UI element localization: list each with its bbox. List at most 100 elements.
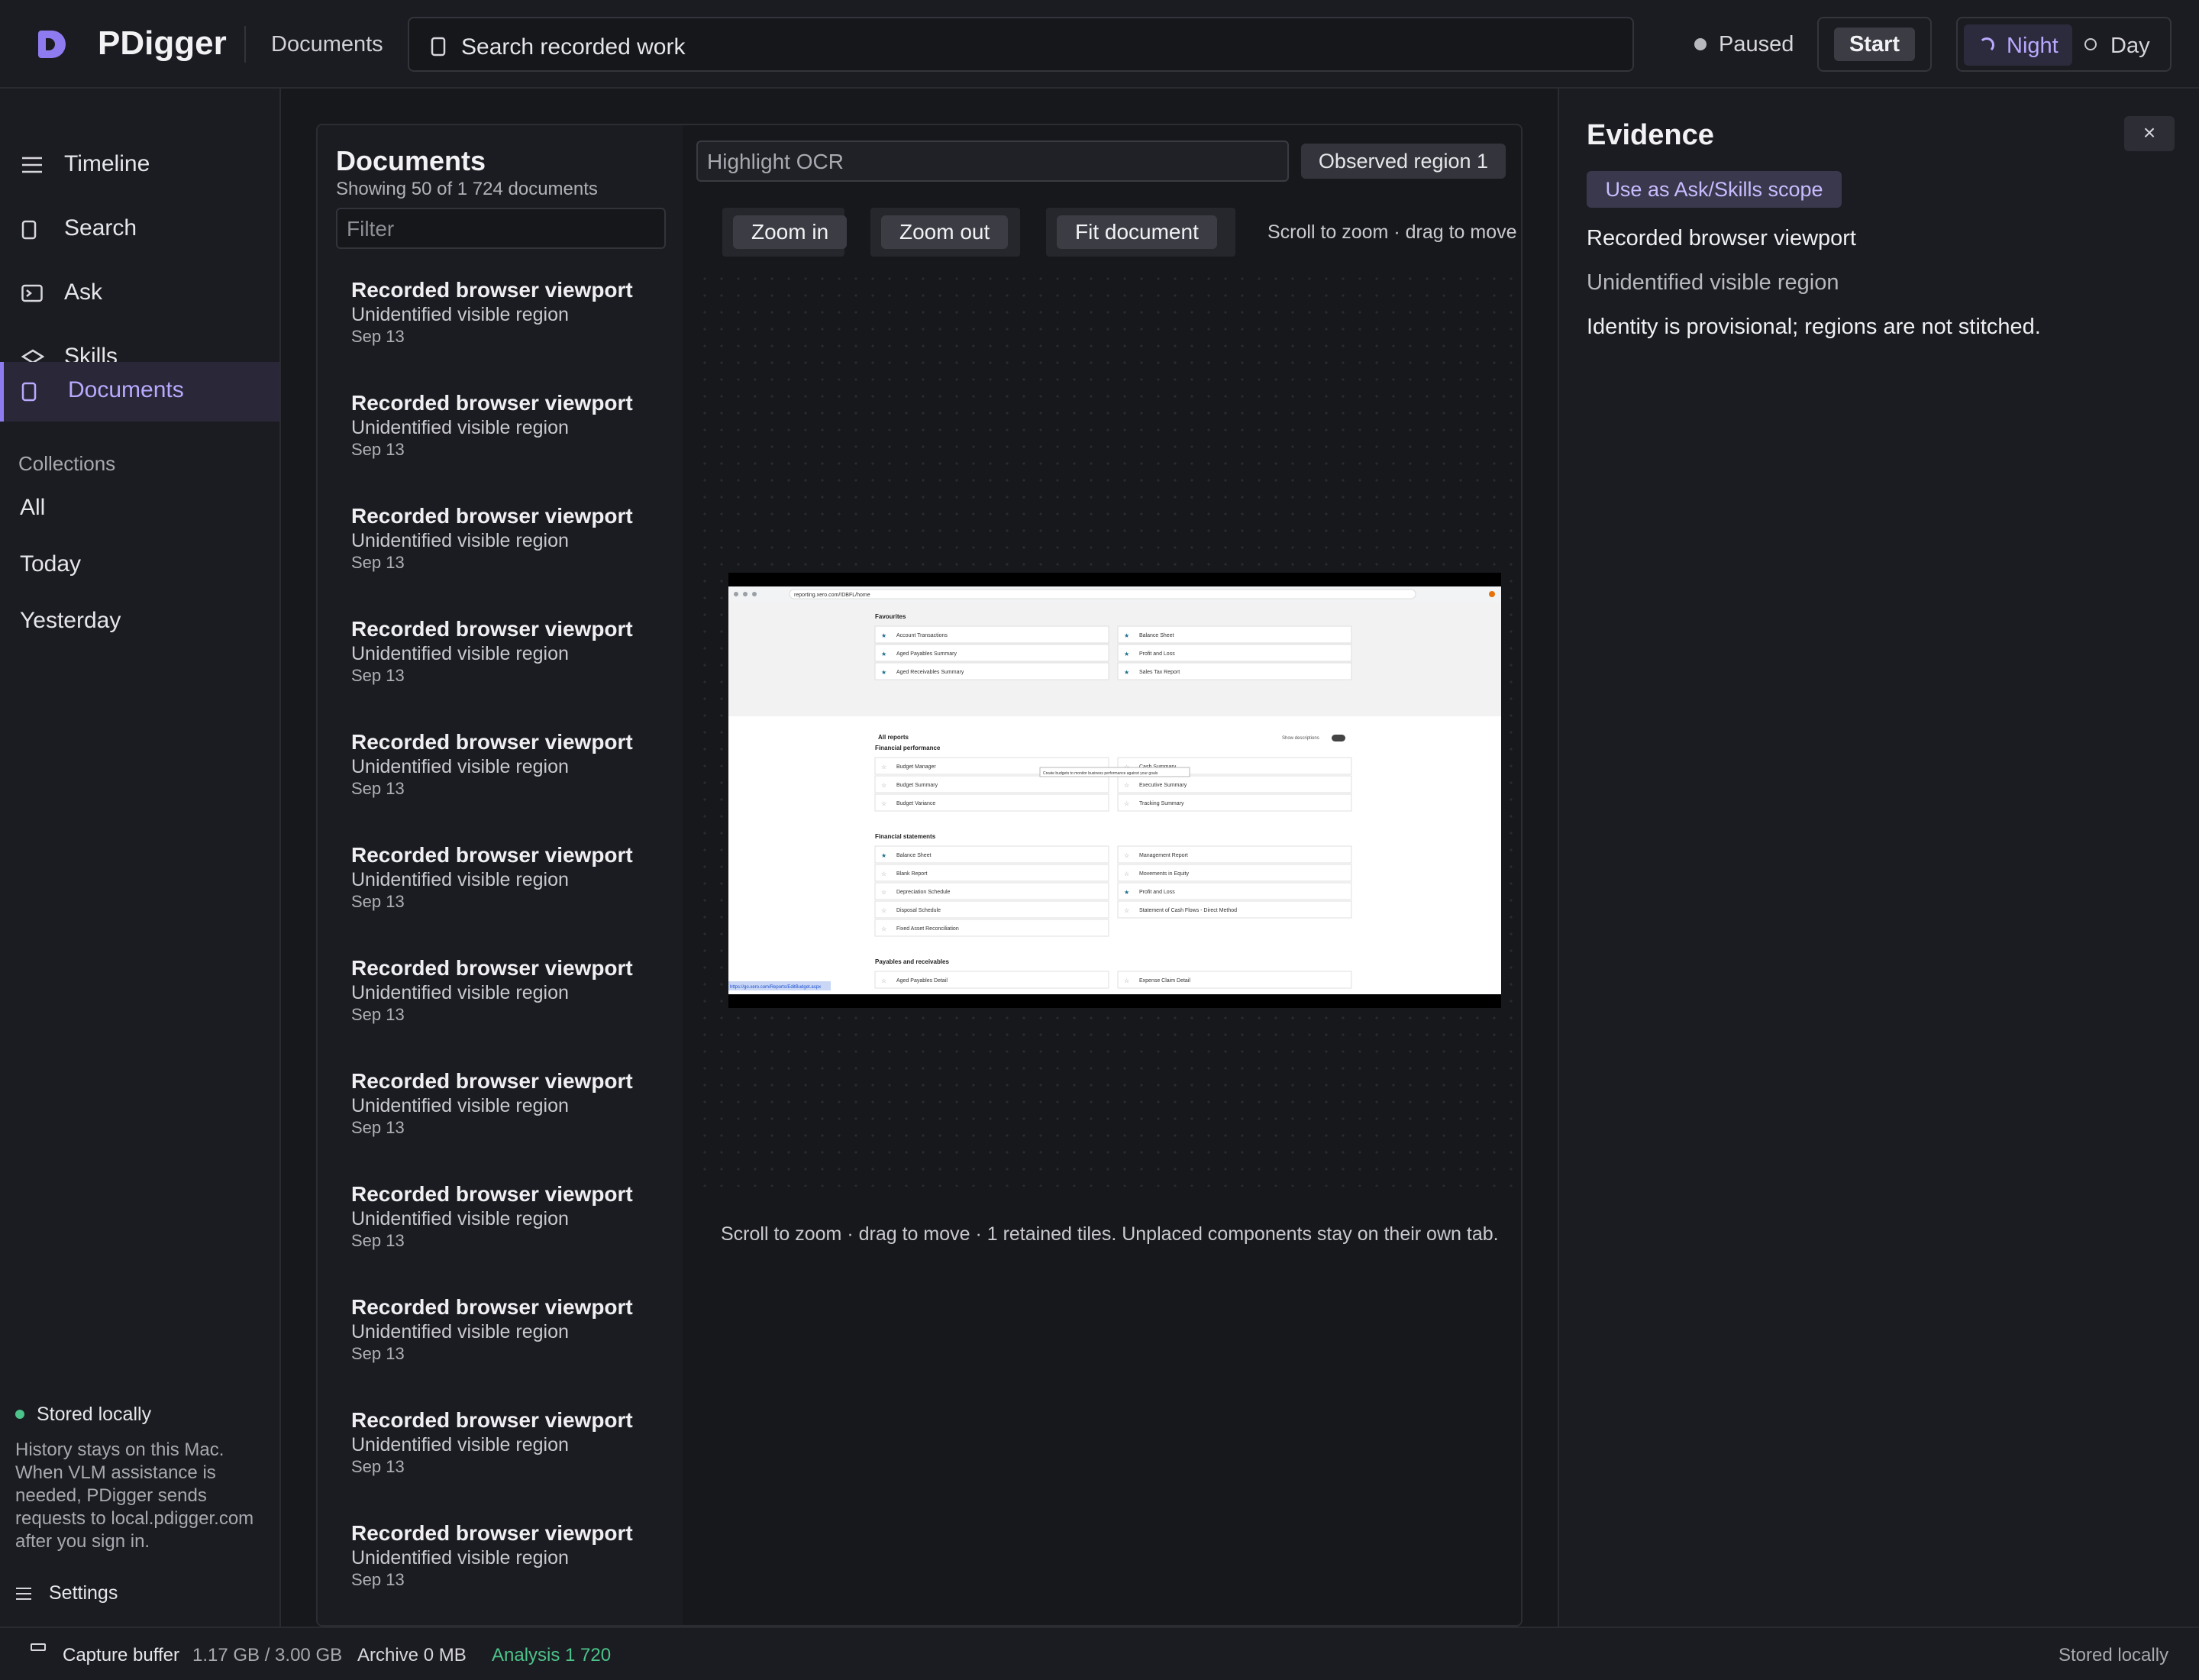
zoom-out-button[interactable]: Zoom out — [870, 208, 1020, 257]
top-bar: PDigger Documents Search recorded work P… — [0, 0, 2199, 89]
theme-day-button[interactable]: Day — [2084, 24, 2168, 66]
document-list-item[interactable]: Recorded browser viewport Unidentified vi… — [351, 1182, 672, 1295]
document-item-subtitle: Unidentified visible region — [351, 304, 569, 325]
document-item-title: Recorded browser viewport — [351, 956, 633, 980]
canvas-caption: Scroll to zoom · drag to move · 1 retain… — [721, 1223, 1499, 1245]
star-icon: ☆ — [1124, 871, 1129, 877]
document-list-item[interactable]: Recorded browser viewport Unidentified vi… — [351, 730, 672, 843]
document-list-item[interactable]: Recorded browser viewport Unidentified vi… — [351, 391, 672, 504]
tile-report-label: Profit and Loss — [1139, 651, 1175, 657]
document-list-item[interactable]: Recorded browser viewport Unidentified vi… — [351, 504, 672, 617]
tile-report-label: Statement of Cash Flows - Direct Method — [1139, 908, 1237, 913]
star-icon: ☆ — [881, 764, 886, 771]
document-item-title: Recorded browser viewport — [351, 1069, 633, 1093]
document-item-subtitle: Unidentified visible region — [351, 530, 569, 551]
analysis-count: Analysis 1 720 — [492, 1645, 612, 1665]
start-button[interactable]: Start — [1817, 17, 1932, 72]
evidence-panel: Evidence × Use as Ask/Skills scope Recor… — [1558, 89, 2199, 1627]
tile-report-label: Balance Sheet — [896, 853, 932, 858]
close-button[interactable]: × — [2124, 116, 2175, 151]
back-icon — [734, 592, 738, 596]
tile-status-url: https://go.xero.com/Reports/EditBudget.a… — [730, 985, 821, 990]
theme-night-button[interactable]: Night — [1964, 24, 2072, 66]
document-canvas[interactable]: reporting.xero.com/!DBFL/home Favourites… — [696, 270, 1521, 1245]
sidebar-item-label: Search — [64, 215, 137, 241]
tile-report-label: Balance Sheet — [1139, 633, 1174, 638]
document-item-date: Sep 13 — [351, 327, 405, 346]
zoom-in-button[interactable]: Zoom in — [722, 208, 848, 257]
fit-document-button[interactable]: Fit document — [1046, 208, 1235, 257]
document-item-title: Recorded browser viewport — [351, 1295, 633, 1319]
document-item-subtitle: Unidentified visible region — [351, 1434, 569, 1455]
star-icon: ☆ — [881, 871, 886, 877]
document-item-title: Recorded browser viewport — [351, 391, 633, 415]
document-list-item[interactable]: Recorded browser viewport Unidentified vi… — [351, 617, 672, 730]
document-list-item[interactable]: Recorded browser viewport Unidentified vi… — [351, 956, 672, 1069]
tile-screenshot: reporting.xero.com/!DBFL/home Favourites… — [728, 586, 1501, 994]
document-item-date: Sep 13 — [351, 1118, 405, 1137]
document-item-date: Sep 13 — [351, 779, 405, 798]
tile-report-label: Aged Payables Summary — [896, 651, 957, 657]
collection-item-all[interactable]: All — [20, 495, 45, 521]
star-icon: ☆ — [1124, 907, 1129, 914]
filter-placeholder: Filter — [347, 217, 395, 241]
document-item-date: Sep 13 — [351, 553, 405, 572]
document-item-title: Recorded browser viewport — [351, 730, 633, 754]
sidebar-item-documents[interactable]: Documents — [0, 362, 279, 422]
tile-section-title: Financial statements — [875, 833, 936, 840]
star-icon: ★ — [881, 632, 886, 639]
sidebar-item-search[interactable]: Search — [0, 200, 279, 260]
document-item-subtitle: Unidentified visible region — [351, 1321, 569, 1342]
document-item-subtitle: Unidentified visible region — [351, 756, 569, 777]
theme-day-label: Day — [2110, 34, 2150, 58]
star-icon: ☆ — [881, 889, 886, 896]
document-list-item[interactable]: Recorded browser viewport Unidentified vi… — [351, 1069, 672, 1182]
documents-title: Documents — [336, 145, 486, 176]
tile-section-title: Financial performance — [875, 745, 941, 751]
documents-count: Showing 50 of 1 724 documents — [336, 179, 598, 199]
collection-item-yesterday[interactable]: Yesterday — [20, 608, 121, 634]
star-icon: ☆ — [1124, 800, 1129, 807]
filter-input[interactable]: Filter — [336, 208, 666, 249]
document-item-subtitle: Unidentified visible region — [351, 1547, 569, 1569]
tile-report-label: Sales Tax Report — [1139, 670, 1180, 675]
tile-report-label: Tracking Summary — [1139, 801, 1184, 806]
document-item-date: Sep 13 — [351, 1570, 405, 1589]
tile-report-label: Budget Manager — [896, 764, 936, 770]
sidebar-item-ask[interactable]: Ask — [0, 264, 279, 324]
app-title: PDigger — [98, 24, 227, 62]
settings-button[interactable]: Settings — [15, 1582, 118, 1604]
sidebar-item-timeline[interactable]: Timeline — [0, 136, 279, 195]
tile-section-title: Payables and receivables — [875, 958, 950, 965]
retained-tile[interactable]: reporting.xero.com/!DBFL/home Favourites… — [728, 573, 1501, 1008]
tile-report-label: Aged Payables Detail — [896, 978, 948, 984]
document-item-subtitle: Unidentified visible region — [351, 1208, 569, 1229]
star-icon: ☆ — [1124, 977, 1129, 984]
document-item-subtitle: Unidentified visible region — [351, 869, 569, 890]
document-list-item[interactable]: Recorded browser viewport Unidentified vi… — [351, 1521, 672, 1625]
star-icon: ☆ — [881, 907, 886, 914]
documents-panel: Documents Showing 50 of 1 724 documents … — [316, 124, 1523, 1627]
search-input[interactable]: Search recorded work — [408, 17, 1634, 72]
highlight-ocr-input[interactable]: Highlight OCR — [696, 141, 1289, 182]
document-item-date: Sep 13 — [351, 1005, 405, 1024]
use-as-scope-button[interactable]: Use as Ask/Skills scope — [1587, 171, 1842, 208]
tile-report-label: Aged Receivables Summary — [896, 670, 964, 675]
document-list-item[interactable]: Recorded browser viewport Unidentified vi… — [351, 1295, 672, 1408]
document-item-title: Recorded browser viewport — [351, 1408, 633, 1432]
observed-region-tab[interactable]: Observed region 1 — [1301, 144, 1506, 179]
document-list-item[interactable]: Recorded browser viewport Unidentified vi… — [351, 278, 672, 391]
collection-item-today[interactable]: Today — [20, 551, 81, 577]
search-placeholder: Search recorded work — [461, 34, 686, 60]
circle-icon — [2084, 38, 2097, 50]
theme-toggle: Night Day — [1956, 17, 2172, 72]
document-item-title: Recorded browser viewport — [351, 504, 633, 528]
capture-buffer-value: 1.17 GB / 3.00 GB — [192, 1645, 343, 1665]
document-list-item[interactable]: Recorded browser viewport Unidentified vi… — [351, 1408, 672, 1521]
document-item-date: Sep 13 — [351, 666, 405, 685]
tile-tooltip: Create budgets to monitor business perfo… — [1043, 771, 1158, 776]
tile-report-label: Budget Summary — [896, 783, 938, 788]
document-item-date: Sep 13 — [351, 440, 405, 459]
document-item-subtitle: Unidentified visible region — [351, 982, 569, 1003]
document-list-item[interactable]: Recorded browser viewport Unidentified vi… — [351, 843, 672, 956]
